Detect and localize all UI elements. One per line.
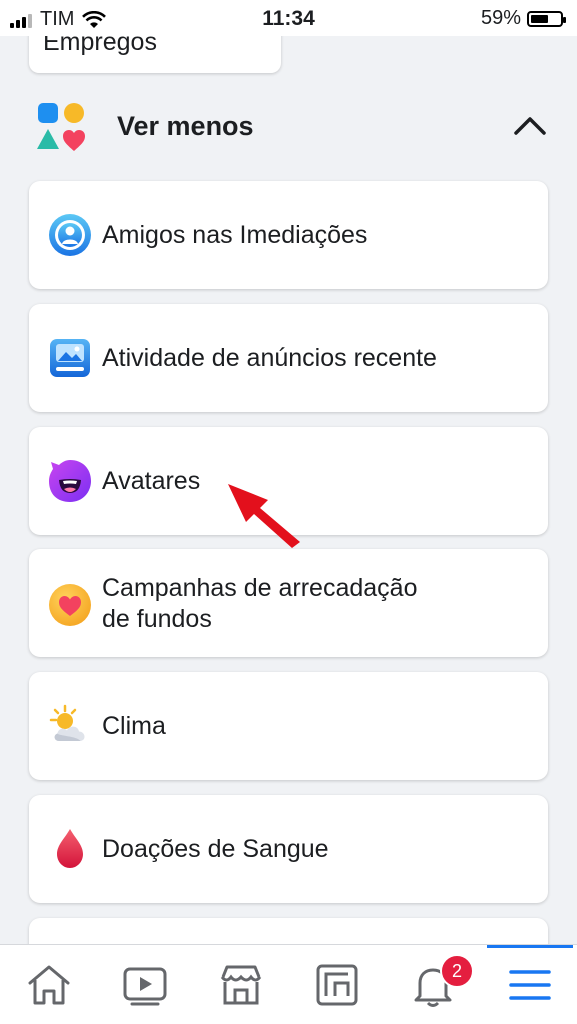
battery-icon (527, 10, 566, 27)
shapes-icon (37, 103, 85, 151)
bottom-navigation (0, 944, 577, 1024)
menu-item-blood-donations[interactable]: Doações de Sangue (29, 795, 548, 903)
battery-percentage: 59% (480, 7, 521, 29)
menu-item-weather[interactable]: Clima (29, 672, 548, 780)
battery-level (531, 14, 548, 23)
menu-item-label: Doações de Sangue (102, 835, 329, 863)
menu-item-ad-activity[interactable]: Atividade de anúncios recente (29, 304, 548, 412)
blood-drop-icon (57, 829, 83, 868)
avatar-icon (49, 460, 91, 502)
chevron-up-icon (514, 117, 546, 135)
menu-item-label-line2: de fundos (102, 605, 212, 633)
menu-item-fundraisers[interactable]: Campanhas de arrecadação de fundos (29, 549, 548, 657)
gaming-icon (316, 964, 358, 1006)
fundraiser-icon (49, 584, 91, 626)
weather-icon (49, 704, 85, 741)
menu-icon (509, 970, 551, 1000)
tab-watch[interactable] (96, 945, 192, 1024)
marketplace-icon (220, 965, 262, 1005)
notification-badge: 2 (440, 954, 474, 988)
menu-item-label: Amigos nas Imediações (102, 221, 368, 249)
video-icon (123, 967, 167, 1006)
menu-item-label: Atividade de anúncios recente (102, 344, 437, 372)
facebook-menu-screen: TIM 11:34 59% Empregos Ver menos Amigos … (0, 0, 577, 1024)
menu-item-label: Avatares (102, 467, 201, 495)
ad-activity-icon (50, 339, 90, 377)
tab-menu[interactable] (481, 945, 577, 1024)
see-less-toggle[interactable]: Ver menos (0, 95, 577, 159)
annotation-arrow (228, 484, 300, 548)
menu-item-label: Campanhas de arrecadação (102, 574, 418, 602)
status-bar: TIM 11:34 59% (0, 0, 577, 36)
tab-home[interactable] (0, 945, 96, 1024)
section-title: Ver menos (117, 111, 254, 141)
menu-item-label: Clima (102, 712, 166, 740)
tab-gaming[interactable] (288, 945, 384, 1024)
tab-marketplace[interactable] (192, 945, 288, 1024)
home-icon (28, 965, 70, 1005)
nearby-friends-icon (49, 214, 91, 256)
menu-item-nearby-friends[interactable]: Amigos nas Imediações (29, 181, 548, 289)
